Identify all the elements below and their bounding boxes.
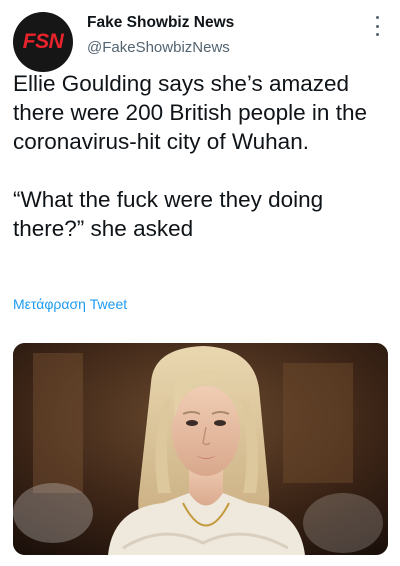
avatar-text: FSN (22, 30, 64, 53)
tweet-text: Ellie Goulding says she’s amazed there w… (13, 71, 367, 241)
tweet-photo[interactable] (13, 343, 388, 555)
user-handle[interactable]: @FakeShowbizNews (87, 39, 230, 56)
more-vertical-icon[interactable] (371, 16, 383, 36)
display-name[interactable]: Fake Showbiz News (87, 14, 234, 32)
photo-illustration (13, 343, 388, 555)
translate-tweet-link[interactable]: Μετάφραση Tweet (13, 296, 127, 312)
avatar[interactable]: FSN (13, 12, 73, 72)
